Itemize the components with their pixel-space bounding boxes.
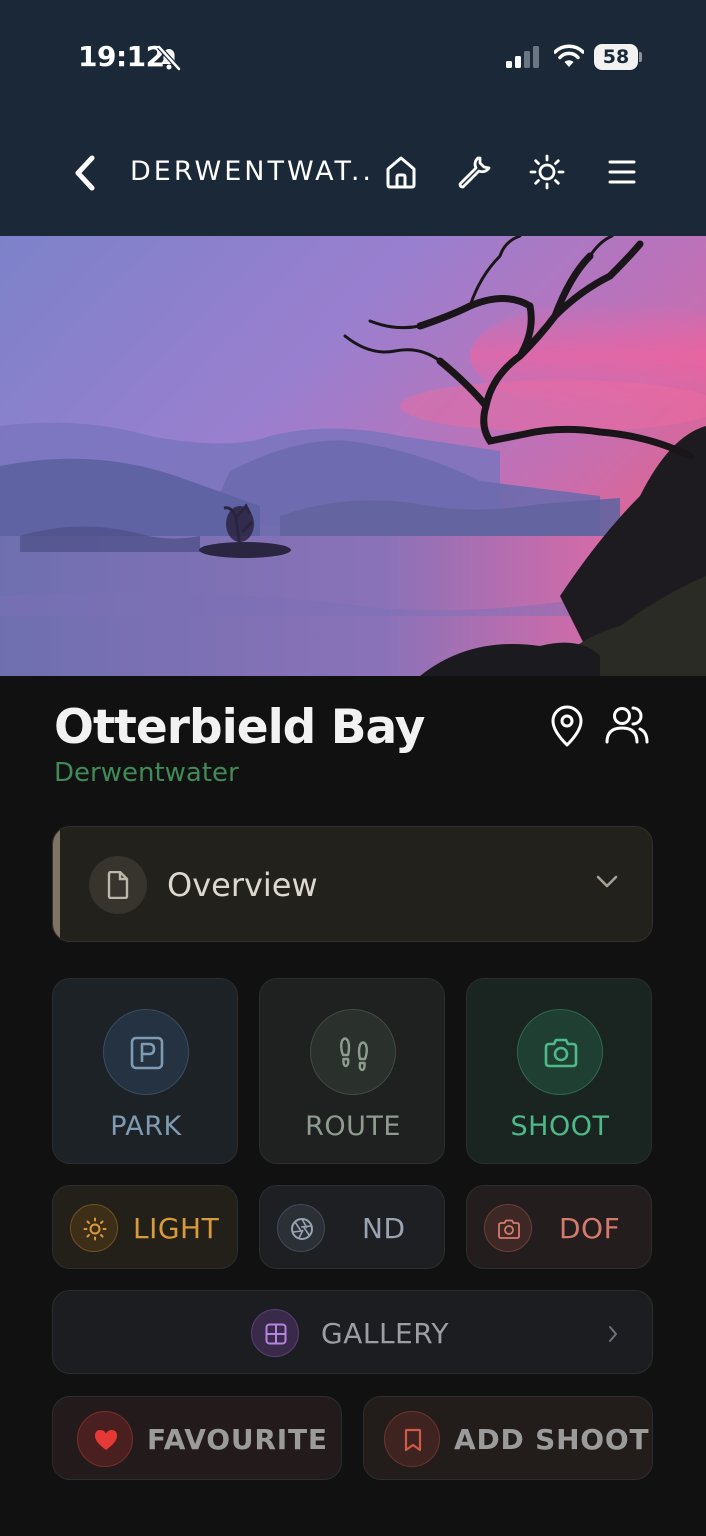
map-pin-icon[interactable]: [548, 704, 586, 748]
home-icon[interactable]: [383, 154, 419, 190]
light-tile[interactable]: LIGHT: [52, 1185, 238, 1269]
location-subtitle[interactable]: Derwentwater: [54, 758, 239, 788]
nav-title: DERWENTWAT...: [130, 156, 376, 187]
route-tile[interactable]: ROUTE: [259, 978, 445, 1164]
shoot-tile[interactable]: SHOOT: [466, 978, 652, 1164]
chevron-right-icon: [609, 1326, 617, 1342]
overview-icon-circle: [89, 856, 147, 914]
dof-icon-circle: [484, 1204, 532, 1252]
park-tile[interactable]: PARK: [52, 978, 238, 1164]
gallery-icon-circle: [251, 1309, 299, 1357]
camera-icon: [544, 1038, 578, 1068]
dof-tile[interactable]: DOF: [466, 1185, 652, 1269]
chevron-down-icon[interactable]: [596, 875, 618, 889]
camera-icon: [498, 1219, 520, 1239]
dof-label: DOF: [559, 1212, 621, 1245]
favourite-icon-circle: [77, 1411, 133, 1467]
top-bar: 19:12 58 DERWENTWAT...: [0, 0, 706, 236]
sun-icon: [83, 1217, 107, 1241]
route-icon-circle: [310, 1009, 396, 1095]
light-label: LIGHT: [133, 1212, 220, 1245]
shoot-label: SHOOT: [510, 1111, 610, 1142]
people-icon[interactable]: [604, 704, 650, 746]
location-title: Otterbield Bay: [54, 700, 425, 755]
park-icon-circle: [103, 1009, 189, 1095]
overview-label: Overview: [167, 866, 318, 904]
document-icon: [107, 871, 129, 899]
nd-tile[interactable]: ND: [259, 1185, 445, 1269]
add-shoot-label: ADD SHOOT: [454, 1423, 650, 1456]
back-icon[interactable]: [70, 154, 102, 192]
favourite-button[interactable]: FAVOURITE: [52, 1396, 342, 1480]
heart-icon: [95, 1430, 117, 1450]
aperture-icon: [291, 1218, 313, 1240]
hero-image: [0, 236, 706, 676]
brightness-icon[interactable]: [529, 154, 565, 190]
light-icon-circle: [70, 1204, 118, 1252]
gallery-button[interactable]: GALLERY: [52, 1290, 653, 1374]
cellular-signal-icon: [506, 46, 539, 68]
battery-icon: 58: [594, 44, 642, 70]
shoot-icon-circle: [517, 1009, 603, 1095]
wifi-icon: [554, 44, 584, 67]
overview-accent-bar: [53, 827, 60, 941]
gallery-label: GALLERY: [321, 1317, 450, 1350]
lake-sunset-photo: [0, 236, 706, 676]
battery-level: 58: [594, 44, 638, 70]
favourite-label: FAVOURITE: [147, 1423, 328, 1456]
grid-icon: [265, 1323, 287, 1345]
bookmark-icon: [404, 1428, 422, 1452]
nd-icon-circle: [277, 1204, 325, 1252]
park-label: PARK: [110, 1111, 182, 1142]
add-shoot-icon-circle: [384, 1411, 440, 1467]
parking-icon: [130, 1036, 164, 1070]
route-label: ROUTE: [305, 1111, 401, 1142]
status-time: 19:12: [78, 40, 165, 73]
add-shoot-button[interactable]: ADD SHOOT: [363, 1396, 653, 1480]
footprints-icon: [340, 1037, 368, 1071]
bell-muted-icon: [157, 45, 181, 71]
wrench-icon[interactable]: [456, 154, 492, 190]
nd-label: ND: [362, 1212, 406, 1245]
overview-accordion[interactable]: Overview: [52, 826, 653, 942]
menu-icon[interactable]: [604, 154, 640, 190]
